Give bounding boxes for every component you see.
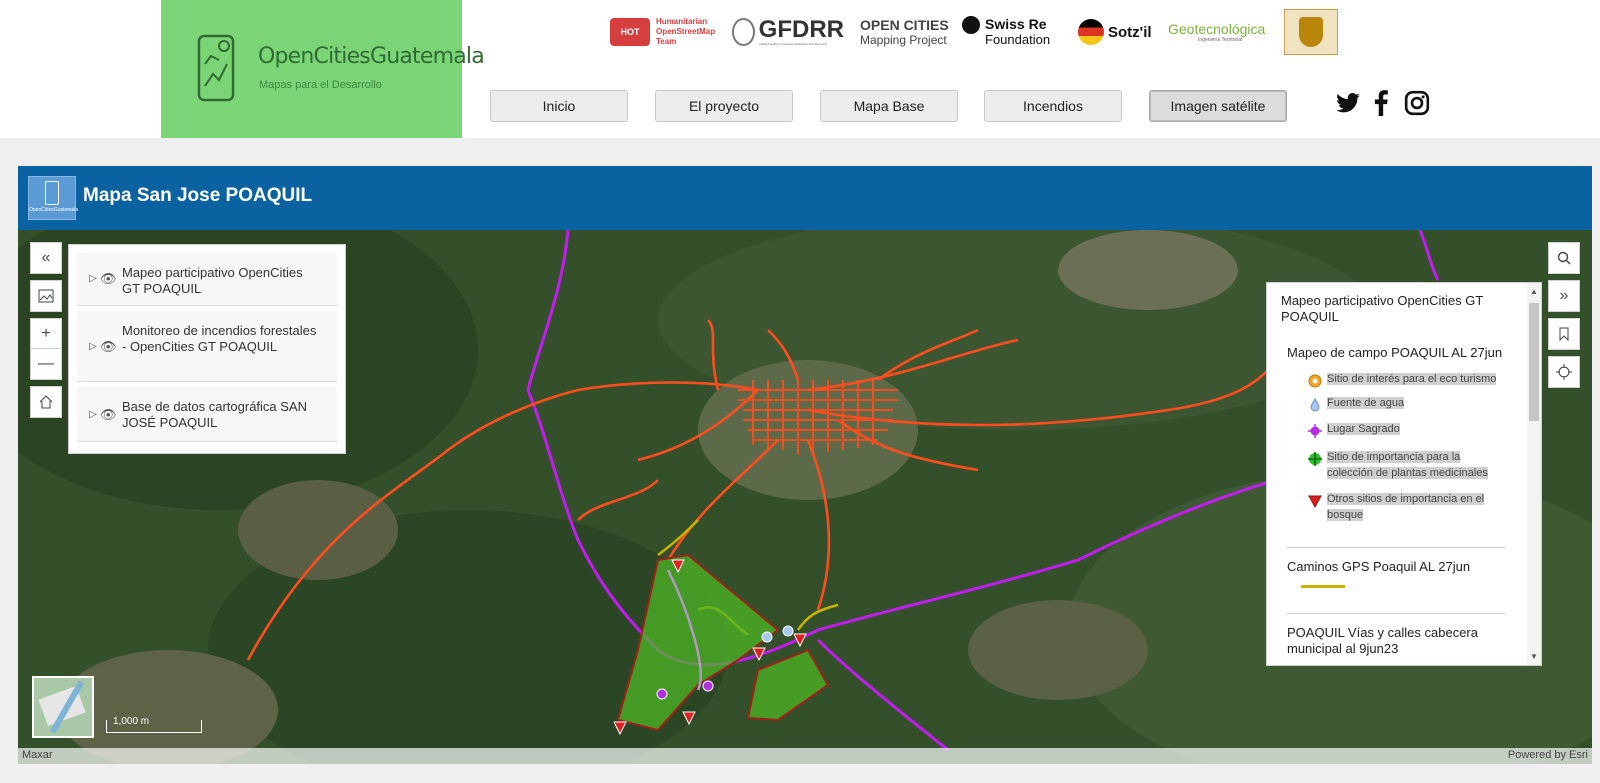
app-logo-text: OpenCitiesGuatemala <box>29 207 79 213</box>
legend-panel: Mapeo participativo OpenCities GT POAQUI… <box>1266 282 1542 666</box>
legend-section-field-mapping: Mapeo de campo POAQUIL AL 27jun <box>1287 345 1503 360</box>
expand-icon[interactable]: ▷ <box>89 341 97 352</box>
hot-text-1: Humanitarian <box>656 17 708 26</box>
legend-item-label: Fuente de agua <box>1327 397 1405 409</box>
collapse-panel-button[interactable]: « <box>30 242 62 274</box>
sotzil-text: Sotz'il <box>1108 23 1152 41</box>
image-icon <box>38 289 54 303</box>
phone-map-logo-icon <box>197 34 235 102</box>
scale-label: 1,000 m <box>113 716 150 727</box>
medicinal-plants-icon <box>1308 452 1322 466</box>
forest-site-icon <box>1308 495 1322 509</box>
legend-title: Mapeo participativo OpenCities GT POAQUI… <box>1281 293 1484 324</box>
swissre-text-2: Foundation <box>985 32 1051 47</box>
search-icon <box>1557 251 1571 265</box>
legend-scrollbar[interactable]: ▲ ▼ <box>1527 283 1541 665</box>
layer-label: Mapeo participativo OpenCities GT POAQUI… <box>122 265 303 296</box>
crosshair-icon <box>1556 364 1572 380</box>
swissre-logo[interactable]: Swiss Re Foundation <box>962 8 1057 56</box>
opencities-logo[interactable]: OPEN CITIES Mapping Project <box>860 8 952 56</box>
gfdrr-text: GFDRR <box>758 16 844 43</box>
basemap-gallery-button[interactable] <box>30 280 62 312</box>
legend-item-label: Sitio de importancia para la colección d… <box>1327 451 1488 479</box>
gps-trail-swatch <box>1301 585 1345 588</box>
scroll-down-icon[interactable]: ▼ <box>1530 652 1538 661</box>
nav-imagen-satelite[interactable]: Imagen satélite <box>1149 90 1287 122</box>
opencities-text-2: Mapping Project <box>860 33 947 47</box>
app-title: Mapa San Jose POAQUIL <box>83 185 313 206</box>
swissre-mark-icon <box>962 16 980 34</box>
attribution-source: Maxar <box>22 749 53 761</box>
site-header: OpenCitiesGuatemala Mapas para el Desarr… <box>0 0 1600 138</box>
home-icon <box>39 395 53 409</box>
hot-badge: HOT <box>610 18 650 46</box>
water-drop-icon <box>1310 397 1320 412</box>
hot-logo[interactable]: HOT Humanitarian OpenStreetMap Team <box>610 8 720 56</box>
expand-icon[interactable]: ▷ <box>89 409 97 420</box>
legend-divider <box>1287 613 1505 614</box>
municipal-seal-logo[interactable] <box>1284 8 1340 56</box>
overview-map[interactable] <box>32 676 94 738</box>
locate-button[interactable] <box>1548 356 1580 388</box>
nav-mapa-base[interactable]: Mapa Base <box>820 90 958 122</box>
nav-el-proyecto[interactable]: El proyecto <box>655 90 793 122</box>
visibility-eye-icon[interactable]: 👁 <box>100 271 117 287</box>
nav-incendios[interactable]: Incendios <box>984 90 1122 122</box>
zoom-out-button[interactable]: — <box>30 348 62 380</box>
layer-item[interactable]: ▷ 👁 Monitoreo de incendios forestales - … <box>77 311 337 382</box>
visibility-eye-icon[interactable]: 👁 <box>100 339 117 355</box>
bookmark-icon <box>1559 327 1569 341</box>
legend-item-label: Lugar Sagrado <box>1327 423 1400 435</box>
facebook-icon[interactable] <box>1371 90 1391 116</box>
zoom-in-button[interactable]: + <box>30 318 62 350</box>
swissre-text-1: Swiss Re <box>985 16 1047 32</box>
brand-title: OpenCitiesGuatemala <box>258 44 485 69</box>
visibility-eye-icon[interactable]: 👁 <box>100 407 117 423</box>
layer-list-panel: ▷ 👁 Mapeo participativo OpenCities GT PO… <box>68 244 346 454</box>
opencities-text-1: OPEN CITIES <box>860 17 949 33</box>
brand-banner[interactable]: OpenCitiesGuatemala Mapas para el Desarr… <box>161 0 485 138</box>
geo-subtext: Ingeniería Territorial <box>1198 37 1243 43</box>
gfdrr-logo[interactable]: GFDRR Global Facility for Disaster Reduc… <box>732 8 844 56</box>
nav-inicio[interactable]: Inicio <box>490 90 628 122</box>
hot-text-2: OpenStreetMap <box>656 27 716 36</box>
app-logo[interactable]: OpenCitiesGuatemala <box>28 176 79 220</box>
app-header: OpenCitiesGuatemala Mapa San Jose POAQUI… <box>18 166 1592 230</box>
powered-by-esri[interactable]: Powered by Esri <box>1508 749 1588 761</box>
map-attribution: Maxar Powered by Esri <box>18 748 1592 764</box>
brand-subtitle: Mapas para el Desarrollo <box>259 79 382 91</box>
search-button[interactable] <box>1548 242 1580 274</box>
bookmarks-button[interactable] <box>1548 318 1580 350</box>
partner-logos: HOT Humanitarian OpenStreetMap Team GFDR… <box>610 8 1350 56</box>
sacred-place-icon <box>1308 424 1322 438</box>
geo-text: Geotecnológica <box>1168 21 1266 37</box>
ecotourism-icon <box>1308 374 1322 388</box>
expand-icon[interactable]: ▷ <box>89 273 97 284</box>
geotecnologica-logo[interactable]: Geotecnológica Ingeniería Territorial <box>1168 8 1272 56</box>
twitter-icon[interactable] <box>1335 90 1361 116</box>
globe-icon <box>732 18 755 46</box>
legend-section-streets: POAQUIL Vías y calles cabecera municipal… <box>1287 625 1478 656</box>
legend-divider <box>1287 547 1505 548</box>
instagram-icon[interactable] <box>1404 90 1430 116</box>
sotzil-mark-icon <box>1078 19 1104 45</box>
home-button[interactable] <box>30 386 62 418</box>
layer-label: Monitoreo de incendios forestales - Open… <box>122 323 317 354</box>
seal-icon <box>1284 9 1338 55</box>
scroll-thumb[interactable] <box>1529 303 1539 421</box>
scale-bar: 1,000 m <box>106 716 202 733</box>
layer-item[interactable]: ▷ 👁 Base de datos cartográfica SAN JOSÉ … <box>77 387 337 442</box>
hot-text-3: Team <box>656 37 677 46</box>
sotzil-logo[interactable]: Sotz'il <box>1078 8 1158 56</box>
layer-label: Base de datos cartográfica SAN JOSÉ POAQ… <box>122 399 307 430</box>
legend-section-gps-trails: Caminos GPS Poaquil AL 27jun <box>1287 559 1471 574</box>
map-view[interactable]: « + — ▷ 👁 Mapeo participativo OpenCities… <box>18 230 1592 764</box>
layer-item[interactable]: ▷ 👁 Mapeo participativo OpenCities GT PO… <box>77 253 337 306</box>
expand-legend-button[interactable]: » <box>1548 280 1580 312</box>
phone-icon <box>45 181 59 205</box>
scroll-up-icon[interactable]: ▲ <box>1530 287 1538 296</box>
legend-item-label: Otros sitios de importancia en el bosque <box>1327 493 1485 521</box>
legend-item-label: Sitio de interés para el eco turismo <box>1327 373 1497 385</box>
